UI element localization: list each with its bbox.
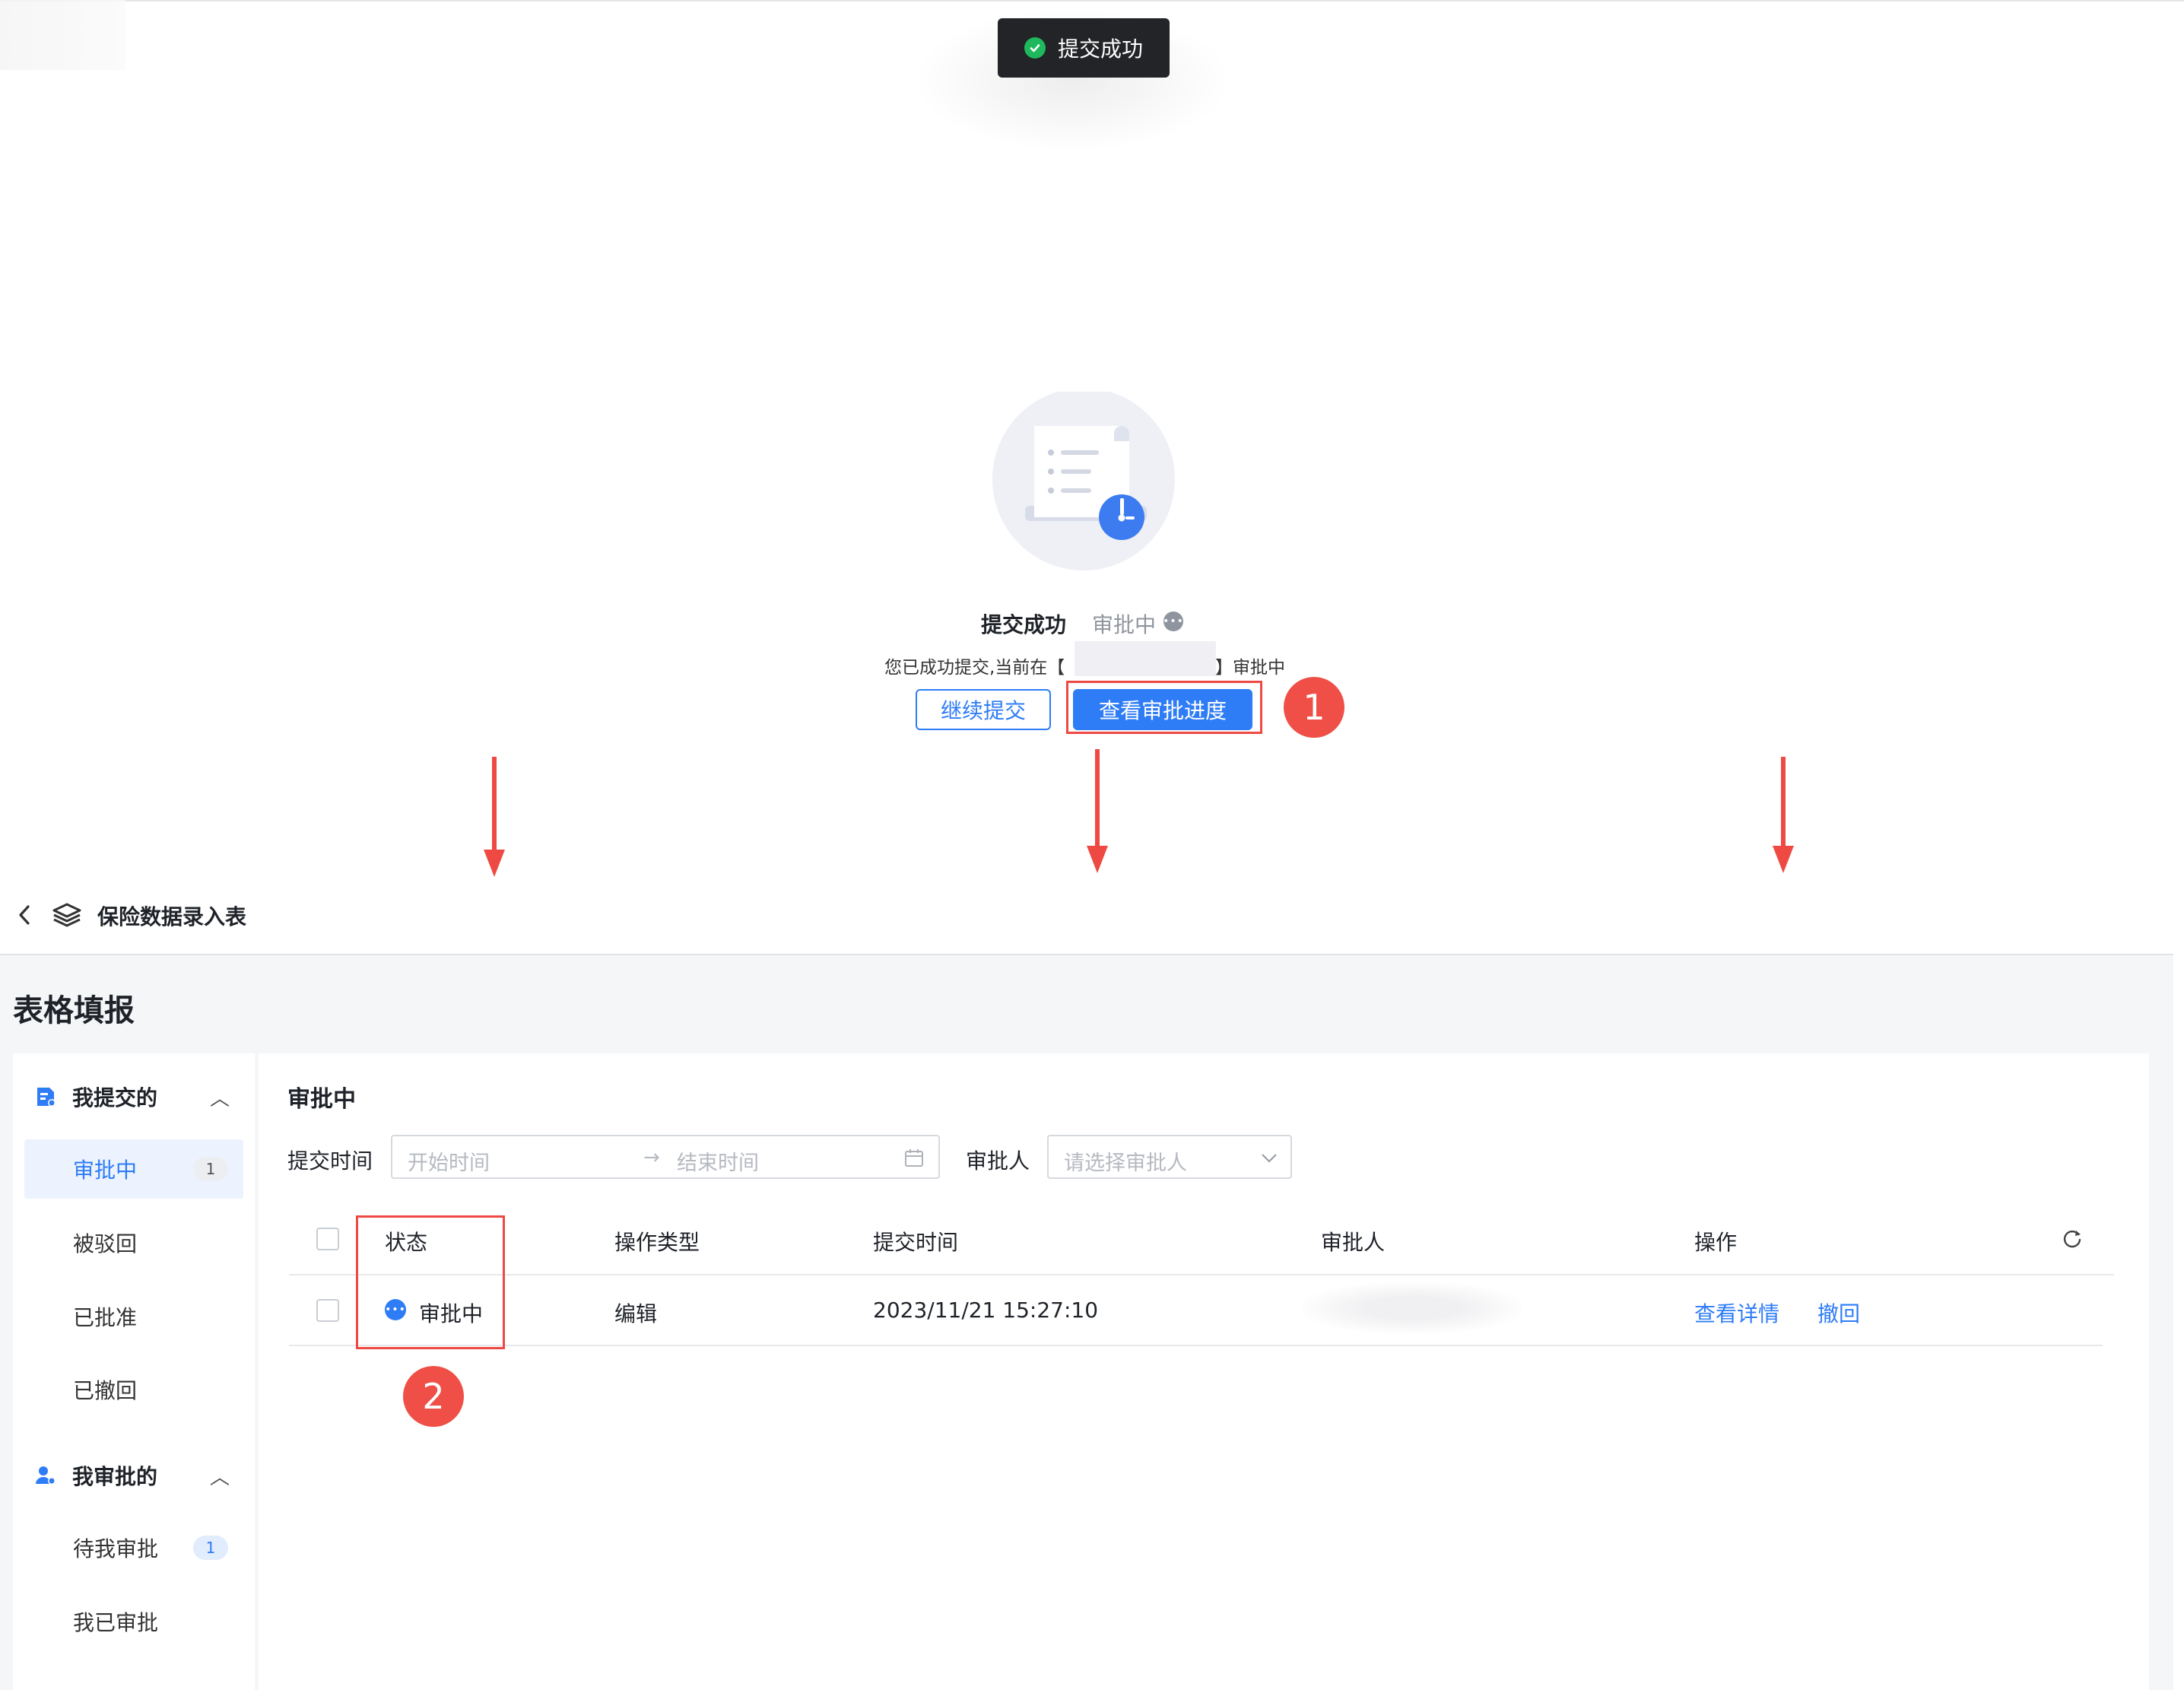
redacted-node-name: [1075, 641, 1216, 676]
sidebar-item-label: 待我审批: [73, 1536, 159, 1561]
view-detail-link[interactable]: 查看详情: [1694, 1298, 1779, 1328]
arrow-down-icon: [484, 757, 505, 877]
approver-label: 审批人: [966, 1148, 1030, 1174]
sidebar-item-rejected[interactable]: 被驳回: [24, 1213, 243, 1272]
date-range-picker[interactable]: 开始时间 → 结束时间: [391, 1135, 940, 1179]
sidebar-item-approved[interactable]: 已批准: [24, 1287, 243, 1346]
refresh-icon[interactable]: [2061, 1228, 2084, 1250]
sidebar-item-label: 我已审批: [73, 1610, 159, 1635]
end-time-input[interactable]: 结束时间: [677, 1146, 759, 1176]
column-header-op-type: 操作类型: [614, 1230, 700, 1255]
sidebar-group-label: 我审批的: [72, 1464, 158, 1489]
calendar-icon: [905, 1149, 923, 1167]
sidebar-item-to-approve[interactable]: 待我审批 1: [24, 1518, 243, 1577]
chevron-up-icon[interactable]: ︿: [210, 1462, 230, 1490]
sidebar-item-label: 已撤回: [73, 1378, 138, 1403]
check-circle-icon: [1024, 37, 1046, 59]
arrow-down-icon: [1773, 757, 1794, 873]
continue-submit-button[interactable]: 继续提交: [916, 689, 1051, 730]
table-header-divider: [289, 1274, 2114, 1275]
result-desc-prefix: 您已成功提交,当前在【: [884, 658, 1065, 678]
highlight-box-progress-button: [1066, 681, 1262, 734]
approver-user-icon: [36, 1466, 56, 1485]
section-title: 审批中: [287, 1086, 356, 1113]
page-title: 表格填报: [13, 993, 135, 1028]
column-header-actions: 操作: [1694, 1230, 1738, 1255]
top-border: [0, 0, 2184, 2]
toast-text: 提交成功: [1057, 37, 1143, 62]
column-header-approver: 审批人: [1321, 1230, 1386, 1255]
step-badge-2: 2: [403, 1366, 464, 1427]
chevron-up-icon[interactable]: ︿: [210, 1083, 230, 1111]
column-header-submit-time: 提交时间: [873, 1230, 959, 1255]
row-op-type: 编辑: [614, 1301, 658, 1326]
redacted-approver: [1302, 1282, 1522, 1334]
success-toast: 提交成功: [998, 18, 1170, 78]
result-status: 审批中: [1092, 612, 1157, 637]
sidebar-item-label: 审批中: [73, 1158, 138, 1183]
select-all-checkbox[interactable]: [316, 1228, 339, 1250]
count-badge: 1: [193, 1157, 228, 1181]
withdraw-link[interactable]: 撤回: [1817, 1298, 1860, 1328]
submit-doc-icon: [37, 1088, 56, 1107]
table-row-divider: [289, 1345, 2103, 1346]
document-pending-illustration-icon: [992, 392, 1175, 570]
highlight-box-status: [356, 1215, 505, 1349]
sidebar-item-approved-by-me[interactable]: 我已审批: [24, 1592, 243, 1651]
sidebar-item-pending[interactable]: 审批中 1: [24, 1139, 243, 1199]
arrow-right-icon: →: [643, 1146, 660, 1169]
start-time-input[interactable]: 开始时间: [408, 1146, 490, 1176]
submit-time-label: 提交时间: [287, 1148, 373, 1174]
sidebar-group-approving[interactable]: 我审批的: [34, 1460, 157, 1491]
step-badge-1: 1: [1284, 677, 1344, 738]
layers-icon: [52, 903, 81, 927]
result-title: 提交成功: [981, 612, 1067, 637]
result-desc-suffix: 】审批中: [1215, 658, 1285, 678]
sidebar-group-submitted[interactable]: 我提交的: [34, 1082, 157, 1112]
sidebar-group-label: 我提交的: [72, 1085, 158, 1110]
approver-select[interactable]: 请选择审批人: [1047, 1135, 1292, 1179]
row-submit-time: 2023/11/21 15:27:10: [873, 1298, 1099, 1323]
chevron-left-icon[interactable]: [15, 902, 33, 928]
chevron-down-icon: [1262, 1154, 1277, 1163]
sidebar-item-label: 已批准: [73, 1305, 138, 1330]
form-title: 保险数据录入表: [97, 904, 247, 929]
arrow-down-icon: [1087, 749, 1108, 873]
approver-select-placeholder: 请选择审批人: [1064, 1152, 1187, 1175]
more-dots-icon: •••: [1163, 612, 1183, 631]
row-checkbox[interactable]: [316, 1299, 339, 1322]
sidebar-item-label: 被驳回: [73, 1231, 138, 1256]
sidebar-item-withdrawn[interactable]: 已撤回: [24, 1360, 243, 1419]
count-badge: 1: [193, 1536, 228, 1560]
redacted-corner: [0, 0, 125, 70]
